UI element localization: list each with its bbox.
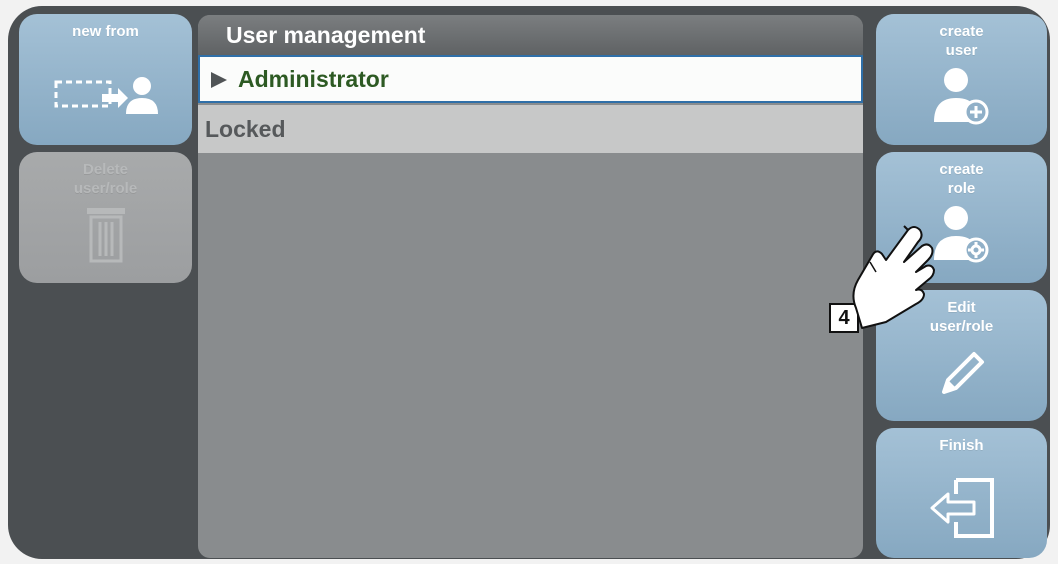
delete-user-role-button[interactable]: Delete user/role <box>19 152 192 283</box>
trash-icon <box>86 208 125 263</box>
list-item-label: Administrator <box>238 66 389 92</box>
exit-icon <box>930 478 994 538</box>
finish-label: Finish <box>939 437 984 454</box>
expand-arrow-icon <box>211 72 227 88</box>
pencil-icon <box>941 352 984 394</box>
user-add-icon <box>933 68 988 125</box>
create-user-button[interactable]: create user <box>876 14 1047 145</box>
delete-label: Delete user/role <box>73 161 138 197</box>
list-item-label: Locked <box>205 116 286 142</box>
page-title: User management <box>198 15 863 55</box>
list-item-locked[interactable]: Locked <box>198 105 863 153</box>
new-from-label: new from <box>72 23 139 40</box>
new-from-button[interactable]: new from <box>19 14 192 145</box>
create-user-label: create user <box>939 23 984 59</box>
pointing-hand-icon <box>852 225 935 329</box>
user-role-icon <box>933 206 988 263</box>
user-list-panel: User management Administrator Locked <box>198 15 863 558</box>
copy-to-user-icon <box>54 77 158 114</box>
list-item-administrator[interactable]: Administrator <box>198 55 863 103</box>
create-role-label: create role <box>939 161 984 197</box>
finish-button[interactable]: Finish <box>876 428 1047 558</box>
